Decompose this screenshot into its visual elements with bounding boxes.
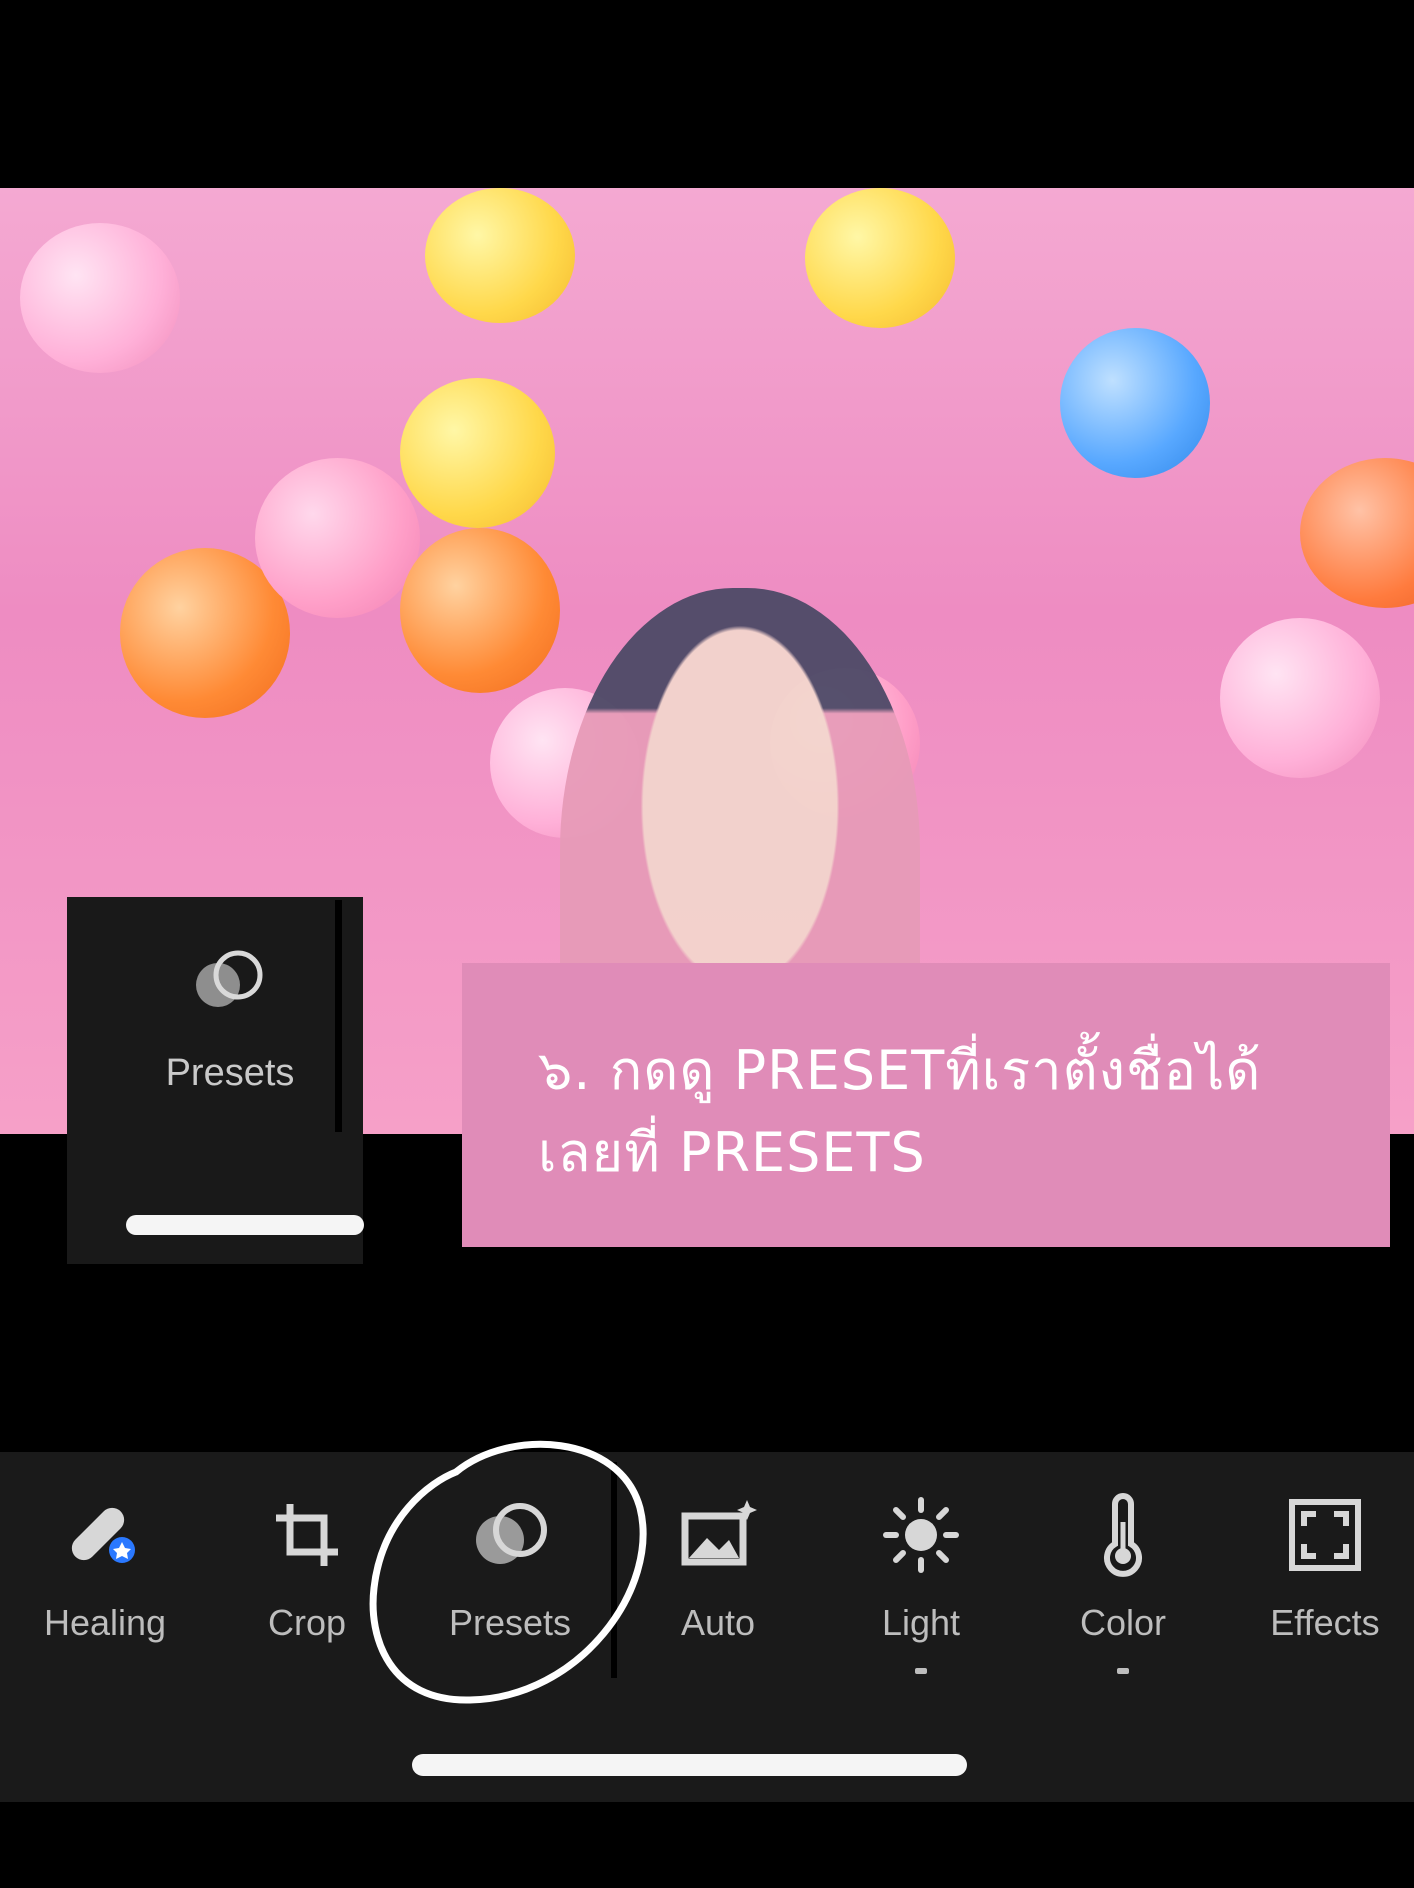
- spacer-black: [0, 1264, 1414, 1452]
- crop-icon: [276, 1504, 338, 1566]
- caption-text: ๖. กดดู PRESETที่เราตั้งชื่อได้ เลยที่ P…: [538, 1030, 1358, 1194]
- zoom-presets-label: Presets: [165, 1052, 295, 1094]
- home-indicator[interactable]: [412, 1754, 967, 1776]
- ball: [1300, 458, 1414, 608]
- highlight-circle-annotation: [369, 1440, 647, 1704]
- effects-icon: [1289, 1499, 1361, 1571]
- ball: [805, 188, 955, 328]
- ball: [400, 378, 555, 528]
- adjusted-indicator: [915, 1668, 927, 1674]
- ball: [1220, 618, 1380, 778]
- tool-color[interactable]: Color: [1038, 1492, 1208, 1692]
- tool-effects[interactable]: Effects: [1240, 1492, 1410, 1692]
- adjusted-indicator: [1117, 1668, 1129, 1674]
- ball: [20, 223, 180, 373]
- ball: [1060, 328, 1210, 478]
- tool-label: Color: [1079, 1602, 1167, 1643]
- bottom-black-bar: [0, 1802, 1414, 1888]
- ball: [255, 458, 420, 618]
- ball: [400, 528, 560, 693]
- caption-line-2: เลยที่ PRESETS: [538, 1121, 926, 1184]
- zoom-underline: [126, 1215, 364, 1235]
- color-icon: [1104, 1493, 1142, 1577]
- light-icon: [883, 1497, 959, 1573]
- healing-icon: [71, 1507, 135, 1563]
- tool-label: Healing: [43, 1602, 167, 1643]
- caption-line-1: ๖. กดดู PRESETที่เราตั้งชื่อได้: [538, 1039, 1262, 1102]
- top-black-bar: [0, 0, 1414, 188]
- tool-label: Effects: [1270, 1602, 1380, 1643]
- tool-healing[interactable]: Healing: [20, 1492, 190, 1692]
- zoom-divider: [335, 900, 342, 1132]
- tool-label: Light: [881, 1602, 961, 1643]
- ball: [425, 188, 575, 323]
- presets-icon: [196, 950, 263, 1007]
- tool-light[interactable]: Light: [836, 1492, 1006, 1692]
- auto-icon: [681, 1500, 757, 1566]
